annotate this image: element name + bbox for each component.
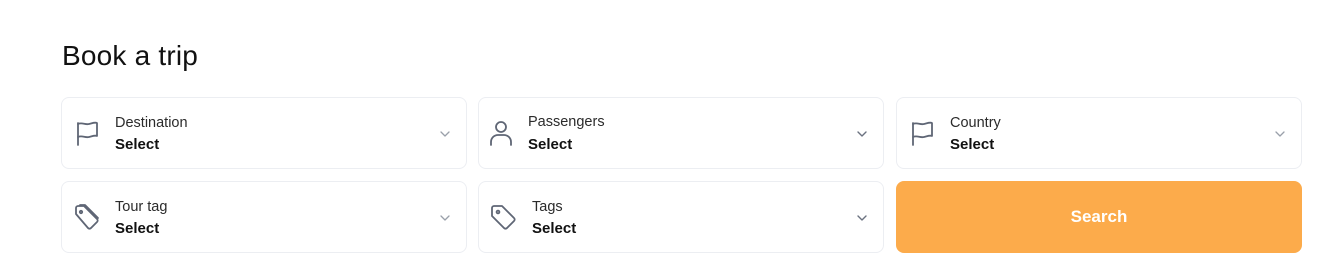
tour-tag-value: Select — [115, 220, 160, 237]
tag-icon — [488, 202, 518, 232]
chevron-down-icon — [438, 127, 452, 141]
page-title: Book a trip — [62, 40, 199, 71]
passengers-select[interactable]: Passengers Select — [478, 97, 884, 169]
search-button[interactable]: Search — [896, 181, 1302, 253]
chevron-down-icon — [1273, 127, 1287, 141]
country-select[interactable]: Country Select — [896, 97, 1302, 169]
destination-label: Destination — [115, 115, 188, 131]
tour-tag-select[interactable]: Tour tag Select — [61, 181, 467, 253]
tags-label: Tags — [532, 199, 563, 215]
chevron-down-icon — [855, 211, 869, 225]
tags-value: Select — [532, 220, 577, 237]
chevron-down-icon — [855, 127, 869, 141]
tour-tag-label: Tour tag — [115, 199, 168, 215]
flag-icon — [907, 119, 937, 149]
country-value: Select — [950, 136, 995, 153]
flag-icon — [72, 119, 102, 149]
tags-icon — [72, 202, 102, 232]
destination-select[interactable]: Destination Select — [61, 97, 467, 169]
user-icon — [486, 118, 516, 148]
tags-select[interactable]: Tags Select — [478, 181, 884, 253]
passengers-value: Select — [528, 136, 573, 153]
country-label: Country — [950, 115, 1001, 131]
destination-value: Select — [115, 136, 160, 153]
passengers-label: Passengers — [528, 114, 605, 130]
chevron-down-icon — [438, 211, 452, 225]
